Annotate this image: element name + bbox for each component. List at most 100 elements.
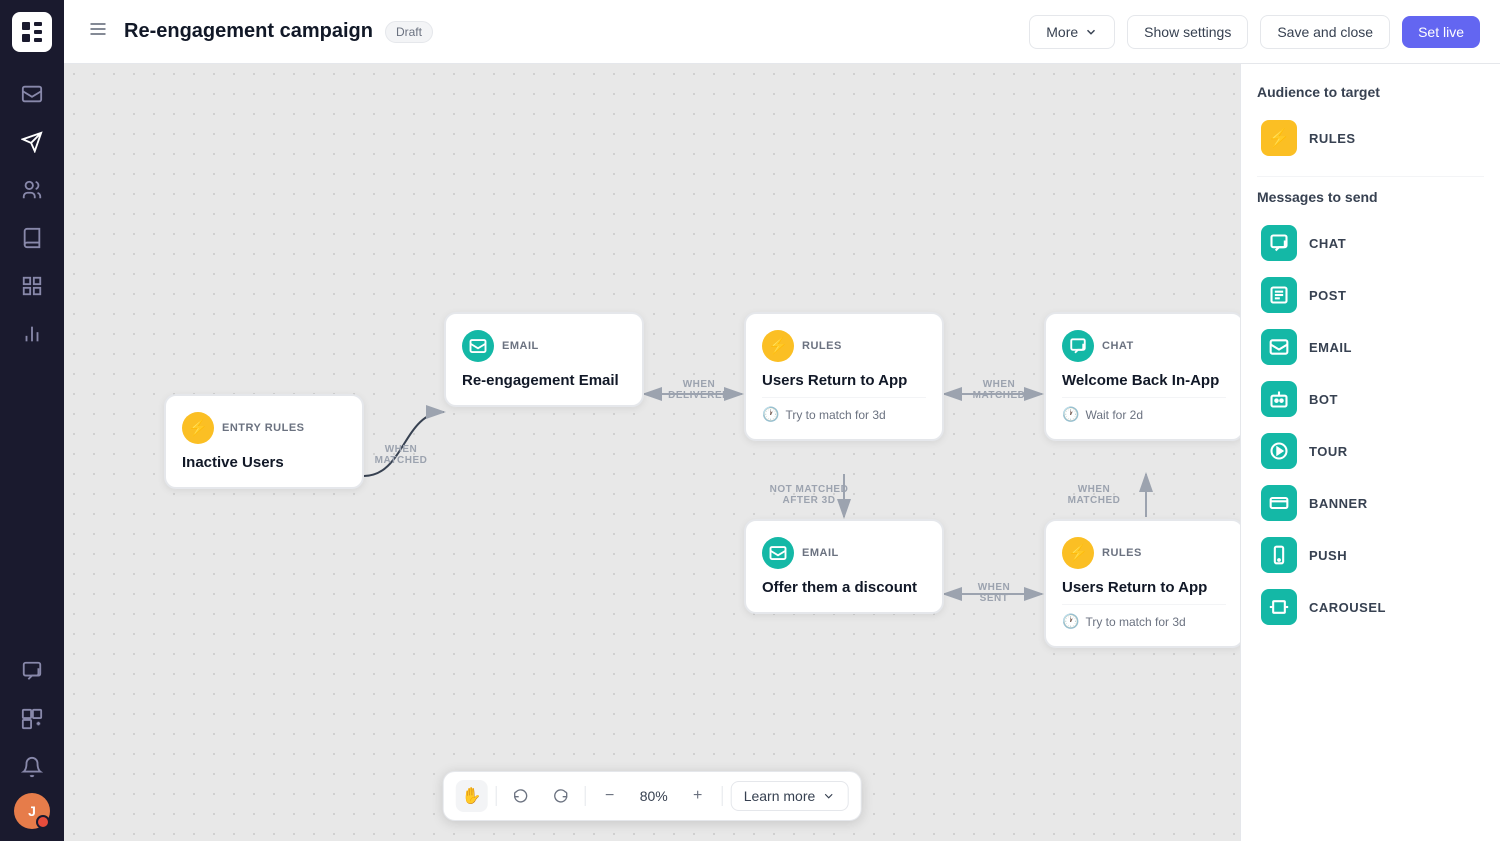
sidebar: J [0,0,64,841]
sidebar-item-campaigns[interactable] [10,120,54,164]
messages-section-title: Messages to send [1257,189,1484,205]
learn-more-button[interactable]: Learn more [731,781,849,811]
zoom-level: 80% [634,788,674,804]
app-logo[interactable] [12,12,52,52]
clock-icon2: 🕐 [1062,406,1079,423]
banner-panel-icon [1261,485,1297,521]
node-email1-title: Re-engagement Email [462,372,626,389]
node-rules2[interactable]: ⚡ RULES Users Return to App 🕐 Try to mat… [1044,519,1240,648]
carousel-panel-icon [1261,589,1297,625]
sidebar-item-analytics[interactable] [10,312,54,356]
node-entry-type: ENTRY RULES [222,422,305,434]
sidebar-item-notifications[interactable] [10,745,54,789]
more-button[interactable]: More [1029,15,1115,49]
canvas-area: WHENMATCHED WHENDELIVERED WHENMATCHED NO… [64,64,1500,841]
node-rules1-meta: 🕐 Try to match for 3d [762,397,926,423]
panel-item-banner[interactable]: BANNER [1257,477,1484,529]
zoom-out-button[interactable]: − [594,780,626,812]
node-rules1-title: Users Return to App [762,372,926,389]
post-panel-label: POST [1309,288,1346,303]
toolbar-divider3 [722,786,723,806]
node-rules2-type: RULES [1102,547,1142,559]
node-rules1-type: RULES [802,340,842,352]
panel-item-push[interactable]: PUSH [1257,529,1484,581]
save-close-button[interactable]: Save and close [1260,15,1390,49]
node-email1[interactable]: EMAIL Re-engagement Email [444,312,644,407]
toolbar-divider1 [496,786,497,806]
right-panel: Audience to target ⚡ RULES Messages to s… [1240,64,1500,841]
main-content: Re-engagement campaign Draft More Show s… [64,0,1500,841]
bot-panel-icon [1261,381,1297,417]
node-rules1[interactable]: ⚡ RULES Users Return to App 🕐 Try to mat… [744,312,944,441]
panel-item-bot[interactable]: BOT [1257,373,1484,425]
node-chat-meta: 🕐 Wait for 2d [1062,397,1226,423]
panel-item-carousel[interactable]: CAROUSEL [1257,581,1484,633]
node-entry-title: Inactive Users [182,454,346,471]
chat-panel-icon [1261,225,1297,261]
show-settings-button[interactable]: Show settings [1127,15,1248,49]
node-email2-type: EMAIL [802,547,839,559]
carousel-panel-label: CAROUSEL [1309,600,1386,615]
tour-panel-icon [1261,433,1297,469]
node-chat-type: CHAT [1102,340,1134,352]
banner-panel-label: BANNER [1309,496,1368,511]
redo-button[interactable] [545,780,577,812]
menu-icon[interactable] [84,15,112,48]
topbar: Re-engagement campaign Draft More Show s… [64,0,1500,64]
post-panel-icon [1261,277,1297,313]
email-panel-label: EMAIL [1309,340,1352,355]
node-chat-icon [1062,330,1094,362]
email-panel-icon [1261,329,1297,365]
user-avatar[interactable]: J [14,793,50,829]
push-panel-label: PUSH [1309,548,1347,563]
undo-button[interactable] [505,780,537,812]
toolbar-divider2 [585,786,586,806]
sidebar-item-inbox[interactable] [10,72,54,116]
sidebar-item-reports[interactable] [10,264,54,308]
panel-item-chat[interactable]: CHAT [1257,217,1484,269]
push-panel-icon [1261,537,1297,573]
node-chat[interactable]: CHAT Welcome Back In-App 🕐 Wait for 2d [1044,312,1240,441]
panel-item-email[interactable]: EMAIL [1257,321,1484,373]
clock-icon3: 🕐 [1062,613,1079,630]
set-live-button[interactable]: Set live [1402,16,1480,48]
sidebar-item-apps[interactable] [10,697,54,741]
label-email-rules: WHENDELIVERED [664,379,734,401]
sidebar-item-chat[interactable] [10,649,54,693]
canvas[interactable]: WHENMATCHED WHENDELIVERED WHENMATCHED NO… [64,64,1240,841]
panel-item-post[interactable]: POST [1257,269,1484,321]
chat-panel-label: CHAT [1309,236,1346,251]
node-email1-icon [462,330,494,362]
node-rules2-icon: ⚡ [1062,537,1094,569]
zoom-in-button[interactable]: + [682,780,714,812]
sidebar-item-knowledge[interactable] [10,216,54,260]
node-email2[interactable]: EMAIL Offer them a discount [744,519,944,614]
label-not-matched: NOT MATCHED AFTER 3D [754,484,864,506]
label-rules-chat: WHENMATCHED [964,379,1034,401]
tour-panel-label: TOUR [1309,444,1348,459]
rules-label: RULES [1309,131,1356,146]
node-email2-icon [762,537,794,569]
panel-item-rules[interactable]: ⚡ RULES [1257,112,1484,164]
node-rules2-meta: 🕐 Try to match for 3d [1062,604,1226,630]
node-rules1-icon: ⚡ [762,330,794,362]
node-chat-title: Welcome Back In-App [1062,372,1226,389]
label-when-sent: WHENSENT [959,582,1029,604]
node-entry-rules[interactable]: ⚡ ENTRY RULES Inactive Users [164,394,364,489]
status-badge: Draft [385,21,433,43]
audience-section-title: Audience to target [1257,84,1484,100]
node-rules2-title: Users Return to App [1062,579,1226,596]
label-entry-email: WHENMATCHED [366,444,436,466]
node-email2-title: Offer them a discount [762,579,926,596]
rules-icon: ⚡ [1261,120,1297,156]
bottom-toolbar: ✋ − 80% + Learn more [443,771,862,821]
clock-icon: 🕐 [762,406,779,423]
hand-tool-button[interactable]: ✋ [456,780,488,812]
node-entry-icon: ⚡ [182,412,214,444]
sidebar-item-contacts[interactable] [10,168,54,212]
node-email1-type: EMAIL [502,340,539,352]
panel-item-tour[interactable]: TOUR [1257,425,1484,477]
page-title: Re-engagement campaign [124,20,373,43]
label-when-matched2: WHEN MATCHED [1054,484,1134,506]
bot-panel-label: BOT [1309,392,1338,407]
